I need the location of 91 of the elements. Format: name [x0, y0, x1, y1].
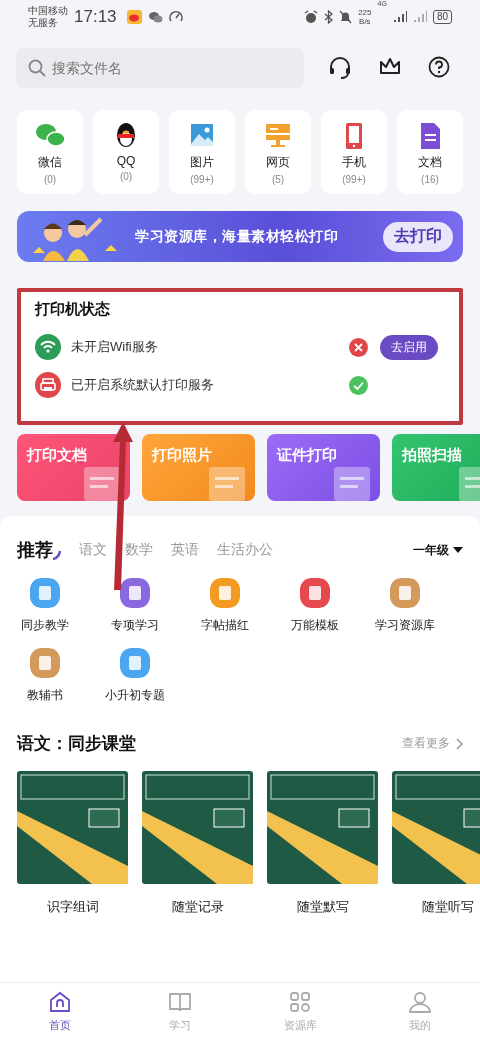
tool-label: 小升初专题 [105, 687, 165, 704]
speedometer-icon [168, 10, 183, 24]
battery-level: 80 [432, 10, 452, 24]
category-card[interactable]: 文档 (16) [397, 110, 463, 194]
app-tile-icon [390, 578, 420, 608]
tool-label: 同步教学 [21, 617, 69, 634]
tile-label: 证件打印 [277, 446, 337, 463]
file-count: (16) [421, 174, 439, 185]
tile-label: 打印文档 [27, 446, 87, 463]
course-item[interactable]: 识字组词 [17, 771, 128, 916]
nav-tab[interactable]: 首页 [0, 983, 120, 1040]
search-field[interactable]: 搜索文件名 [16, 48, 304, 88]
category-label: 手机 [342, 154, 366, 171]
chat-icon [147, 11, 163, 23]
signal-icon [412, 11, 427, 23]
tool-label: 学习资源库 [375, 617, 435, 634]
card-title: 打印机状态 [35, 300, 111, 319]
service-status-label: 已开启系统默认打印服务 [71, 376, 215, 394]
app-tile-icon [30, 648, 60, 678]
wifi-icon [35, 334, 61, 360]
headset-icon[interactable] [327, 56, 352, 80]
category-card[interactable]: 微信 (0) [17, 110, 83, 194]
house-icon [48, 990, 72, 1014]
app-tile-icon [120, 578, 150, 608]
file-count: (99+) [342, 174, 366, 185]
file-count: (0) [119, 171, 133, 182]
function-tile[interactable]: 证件打印 [267, 434, 380, 501]
enable-button[interactable]: 去启用 [380, 334, 438, 360]
category-label: QQ [116, 154, 136, 168]
file-count: (0) [43, 174, 57, 185]
help-icon[interactable] [428, 56, 451, 78]
tool-item[interactable]: 万能模板 [270, 578, 360, 634]
tool-item[interactable]: 小升初专题 [90, 648, 180, 704]
grade-dropdown[interactable]: 一年级 [413, 541, 463, 559]
service-status-label: 未开启Wifi服务 [71, 338, 159, 356]
caret-icon [453, 546, 463, 554]
network-speed: 225 [358, 8, 372, 17]
tool-item[interactable]: 学习资源库 [360, 578, 450, 634]
swoosh-icon [53, 550, 61, 560]
service-status: 无服务 [28, 17, 59, 29]
tool-label: 字帖描红 [201, 617, 249, 634]
speed-unit: B/s [358, 17, 372, 26]
tool-label: 专项学习 [111, 617, 159, 634]
alarm-icon [304, 10, 319, 24]
carrier-name: 中国移动 [28, 5, 68, 17]
subject-tab[interactable]: 推荐 [17, 538, 61, 562]
tool-label: 教辅书 [27, 687, 63, 704]
category-label: 网页 [266, 154, 290, 171]
tool-item[interactable]: 字帖描红 [180, 578, 270, 634]
chevron-right-icon [456, 737, 463, 750]
category-label: 微信 [38, 154, 62, 171]
category-label: 文档 [418, 154, 442, 171]
category-card[interactable]: QQ (0) [93, 110, 159, 194]
person-icon [408, 990, 432, 1014]
tool-item[interactable]: 教辅书 [0, 648, 90, 704]
course-label: 随堂听写 [421, 898, 474, 916]
app-tile-icon [120, 648, 150, 678]
weibo-icon [126, 10, 142, 24]
search-icon [28, 59, 46, 77]
tool-label: 万能模板 [291, 617, 339, 634]
app-tile-icon [210, 578, 240, 608]
course-label: 随堂记录 [171, 898, 224, 916]
file-count: (99+) [190, 174, 214, 185]
category-card[interactable]: 手机 (99+) [321, 110, 387, 194]
tool-item[interactable]: 专项学习 [90, 578, 180, 634]
course-item[interactable]: 随堂默写 [267, 771, 378, 916]
file-count: (5) [271, 174, 285, 185]
promo-banner[interactable]: 学习资源库，海量素材轻松打印 去打印 [17, 211, 463, 262]
app-tile-icon [300, 578, 330, 608]
category-card[interactable]: 网页 (5) [245, 110, 311, 194]
open-book-icon [168, 990, 192, 1014]
banner-slogan: 学习资源库，海量素材轻松打印 [135, 227, 339, 246]
tile-label: 拍照扫描 [402, 446, 462, 463]
tile-label: 打印照片 [152, 446, 212, 463]
course-item[interactable]: 随堂听写 [392, 771, 480, 916]
course-label: 识字组词 [46, 898, 99, 916]
category-label: 图片 [190, 154, 214, 171]
grid-icon [288, 990, 312, 1014]
muted-bell-icon [339, 10, 353, 24]
course-item[interactable]: 随堂记录 [142, 771, 253, 916]
bluetooth-icon [324, 10, 334, 24]
crown-icon[interactable] [379, 56, 401, 76]
category-card[interactable]: 图片 (99+) [169, 110, 235, 194]
printer-icon [35, 372, 61, 398]
clock-time: 17:13 [74, 7, 117, 27]
app-tile-icon [30, 578, 60, 608]
signal-icon [392, 11, 407, 23]
print-button[interactable]: 去打印 [383, 221, 453, 252]
course-label: 随堂默写 [296, 898, 349, 916]
tool-item[interactable]: 同步教学 [0, 578, 90, 634]
section-title: 语文：同步课堂 [17, 733, 137, 755]
